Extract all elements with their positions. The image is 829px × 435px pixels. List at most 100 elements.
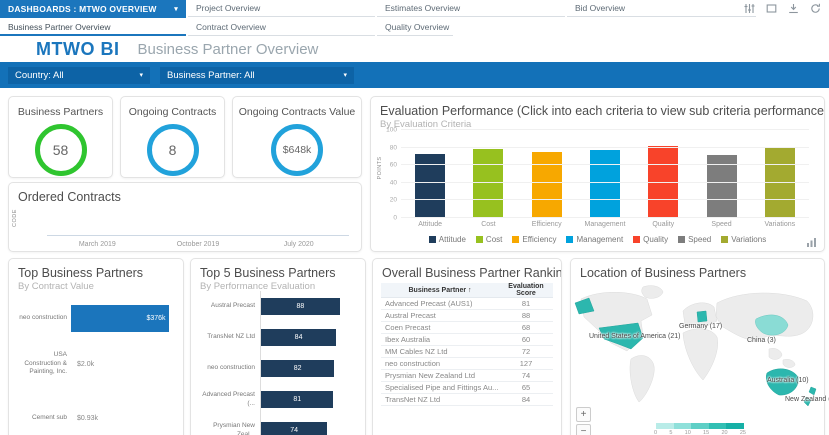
map-legend — [656, 423, 744, 429]
map-indonesia — [783, 359, 795, 367]
legend-tick: 15 — [703, 430, 709, 435]
top-partner-row[interactable]: neo construction$376k — [17, 295, 177, 341]
map-south-america — [630, 355, 654, 402]
download-icon[interactable] — [788, 3, 799, 14]
map-zoom-in-button[interactable]: + — [576, 407, 591, 422]
x-tick: Management — [576, 221, 634, 228]
x-tick: Variations — [751, 221, 809, 228]
top5-row[interactable]: Prysmian New Zeal...74 — [199, 415, 357, 435]
legend-item-attitude[interactable]: Attitude — [429, 235, 466, 244]
map-country-germany[interactable] — [697, 311, 707, 322]
ranking-row[interactable]: Austral Precast88 — [381, 310, 553, 322]
evaluation-performance-panel: Evaluation Performance (Click into each … — [370, 96, 825, 252]
top-partner-row[interactable]: Cement sub$0.93k — [17, 387, 177, 435]
column-header[interactable]: Evaluation Score — [499, 283, 553, 298]
ordered-contracts-panel: Ordered Contracts CODE March 2019 Octobe… — [8, 182, 362, 252]
map-country-label: Germany (17) — [679, 323, 722, 330]
bar[interactable]: 88 — [261, 298, 340, 315]
ranking-row[interactable]: Advanced Precast (AUS1)81 — [381, 298, 553, 310]
bar[interactable]: 81 — [261, 391, 333, 408]
gridline: 100 — [401, 129, 809, 130]
bar[interactable]: 84 — [261, 329, 336, 346]
kpi-ring: 58 — [35, 124, 87, 176]
kpi-title: Ongoing Contracts Value — [233, 106, 361, 118]
menu-item-quality-overview[interactable]: Quality Overview — [377, 19, 453, 36]
menu-item-project-overview[interactable]: Project Overview — [188, 0, 375, 17]
ranking-row[interactable]: neo construction127 — [381, 358, 553, 370]
legend-swatch — [512, 236, 519, 243]
ranking-row[interactable]: MM Cables NZ Ltd72 — [381, 346, 553, 358]
evaluation-bar-efficiency[interactable] — [532, 152, 562, 217]
country-filter[interactable]: Country: All ▾ — [8, 67, 150, 84]
map-legend-ticks: 0510152025 — [654, 430, 746, 435]
map-panel: Location of Business Partners — [570, 258, 825, 435]
map-country-label: Australia (10) — [767, 377, 809, 384]
legend-item-efficiency[interactable]: Efficiency — [512, 235, 556, 244]
menubar: DASHBOARDS : MTWO OVERVIEW ▾ Project Ove… — [0, 0, 829, 37]
kpi-title: Ongoing Contracts — [121, 106, 224, 118]
panel-title: Top Business Partners — [9, 259, 183, 280]
x-axis-line — [47, 235, 349, 236]
legend-item-quality[interactable]: Quality — [633, 235, 668, 244]
ranking-row[interactable]: TransNet NZ Ltd84 — [381, 394, 553, 406]
top-partner-row[interactable]: USA Construction & Painting, Inc.$2.0k — [17, 341, 177, 387]
top5-business-partners-panel: Top 5 Business Partners By Performance E… — [190, 258, 366, 435]
legend-item-variations[interactable]: Variations — [721, 235, 766, 244]
bar[interactable]: 74 — [261, 422, 327, 435]
bar[interactable]: 82 — [261, 360, 334, 377]
map-se-asia — [769, 348, 782, 359]
menu-item-bid-overview[interactable]: Bid Overview — [567, 0, 756, 17]
menu-item-business-partner-overview[interactable]: Business Partner Overview — [0, 19, 186, 36]
legend-tick: 5 — [669, 430, 672, 435]
ranking-row[interactable]: Coen Precast68 — [381, 322, 553, 334]
column-header[interactable]: Business Partner ↑ — [381, 283, 499, 298]
evaluation-bar-management[interactable] — [590, 150, 620, 217]
ranking-body: Advanced Precast (AUS1)81Austral Precast… — [381, 298, 553, 406]
dashboards-dropdown[interactable]: DASHBOARDS : MTWO OVERVIEW ▾ — [0, 0, 186, 18]
x-axis-ticks: March 2019 October 2019 July 2020 — [47, 241, 349, 248]
sliders-icon[interactable] — [744, 3, 755, 14]
menu-item-estimates-overview[interactable]: Estimates Overview — [377, 0, 565, 17]
chart-options-icon[interactable] — [807, 237, 817, 247]
chevron-down-icon: ▾ — [343, 71, 347, 79]
x-tick: Attitude — [401, 221, 459, 228]
evaluation-bar-cost[interactable] — [473, 149, 503, 217]
top5-rows: Austral Precast88TransNet NZ Ltd84neo co… — [199, 291, 357, 435]
x-tick: July 2020 — [248, 241, 349, 248]
fullscreen-icon[interactable] — [766, 3, 777, 14]
evaluation-bar-attitude[interactable] — [415, 154, 445, 217]
top-business-partners-panel: Top Business Partners By Contract Value … — [8, 258, 184, 435]
kpi-title: Business Partners — [9, 106, 112, 118]
gridline: 20 — [401, 199, 809, 200]
gridline: 60 — [401, 164, 809, 165]
panel-subtitle: By Contract Value — [9, 280, 183, 292]
evaluation-bars — [401, 129, 809, 217]
legend-swatch — [429, 236, 436, 243]
ranking-row[interactable]: Ibex Australia60 — [381, 334, 553, 346]
top5-row[interactable]: Austral Precast88 — [199, 291, 357, 322]
evaluation-plot: 100806040200 — [401, 129, 809, 217]
map-country-new-zealand[interactable] — [809, 387, 816, 395]
ranking-row[interactable]: Prysmian New Zealand Ltd74 — [381, 370, 553, 382]
map-area: United States of America (21)Germany (17… — [571, 281, 824, 423]
map-zoom-out-button[interactable]: − — [576, 424, 591, 435]
legend-item-cost[interactable]: Cost — [476, 235, 502, 244]
bar[interactable]: $376k — [71, 305, 169, 332]
refresh-icon[interactable] — [810, 3, 821, 14]
business-partner-filter[interactable]: Business Partner: All ▾ — [160, 67, 354, 84]
top5-row[interactable]: Advanced Precast (...81 — [199, 384, 357, 415]
evaluation-xlabels: AttitudeCostEfficiencyManagementQualityS… — [401, 221, 809, 228]
gridline: 80 — [401, 147, 809, 148]
ranking-row[interactable]: Specialised Pipe and Fittings Au...65 — [381, 382, 553, 394]
legend-item-management[interactable]: Management — [566, 235, 623, 244]
legend-swatch — [566, 236, 573, 243]
menu-item-contract-overview[interactable]: Contract Overview — [188, 19, 375, 36]
x-tick: Quality — [634, 221, 692, 228]
panel-title: Top 5 Business Partners — [191, 259, 365, 280]
chevron-down-icon: ▾ — [139, 71, 143, 79]
top5-row[interactable]: TransNet NZ Ltd84 — [199, 322, 357, 353]
top5-row[interactable]: neo construction82 — [199, 353, 357, 384]
x-tick: March 2019 — [47, 241, 148, 248]
filter-bar: Country: All ▾ Business Partner: All ▾ — [0, 62, 829, 88]
legend-item-speed[interactable]: Speed — [678, 235, 711, 244]
